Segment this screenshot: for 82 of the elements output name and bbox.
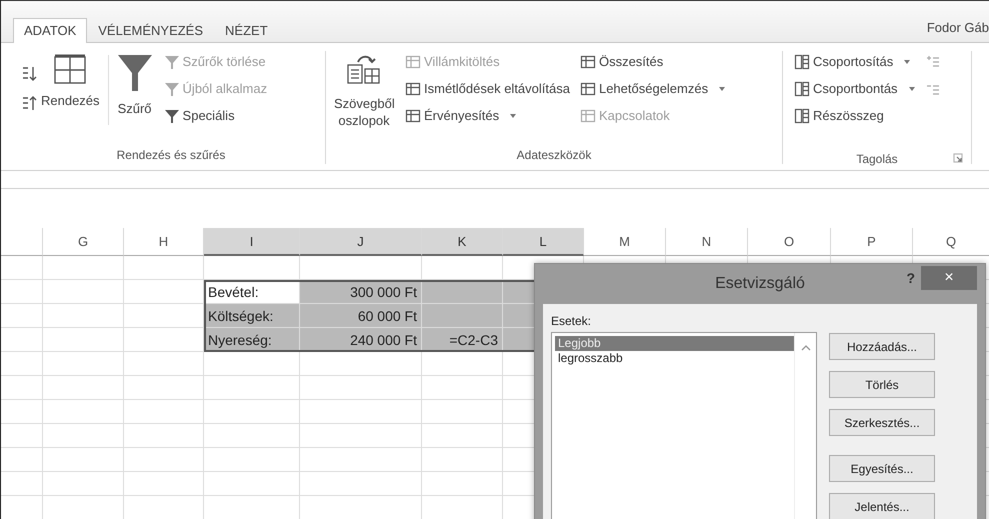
list-label: Esetek: [551, 314, 592, 328]
dialog-title: Esetvizsgáló [715, 275, 805, 293]
sort-icon [53, 53, 88, 85]
ribbon-command[interactable]: Érvényesítés [402, 103, 573, 128]
grid-cell [1, 472, 43, 496]
show-detail-icon[interactable] [926, 55, 940, 69]
ribbon-tab[interactable]: ADATOK [13, 18, 88, 43]
column-header[interactable]: N [666, 228, 748, 256]
dialog-button[interactable]: Szerkesztés... [829, 409, 935, 436]
text-to-columns-button[interactable]: Szövegből oszlopok [330, 49, 398, 133]
table-cell: =C2-C3 [422, 328, 503, 352]
table-icon [405, 54, 421, 70]
caret-icon [510, 114, 516, 118]
table-icon [580, 80, 596, 96]
scenario-list[interactable]: Legjobb legrosszabb [551, 332, 817, 519]
dialog-button[interactable]: Egyesítés... [829, 455, 935, 482]
ribbon-tab[interactable]: NÉZET [214, 18, 279, 43]
list-item[interactable]: Legjobb [555, 336, 794, 351]
caret-icon [904, 60, 910, 64]
list-item[interactable]: legrosszabb [555, 351, 794, 366]
table-icon [580, 54, 596, 70]
ribbon-command[interactable]: Ismétlődések eltávolítása [402, 76, 573, 101]
grid-cell [1, 256, 43, 280]
funnel-icon [116, 53, 153, 93]
table-icon [405, 108, 421, 124]
group-label: Rendezés és szűrés [116, 148, 226, 164]
table-icon [405, 80, 421, 96]
grid-cell [1, 448, 43, 472]
grid-cell [1, 376, 43, 400]
grid-cell [1, 352, 43, 376]
column-header[interactable]: M [584, 228, 666, 256]
column-header[interactable]: I [204, 228, 300, 256]
help-button[interactable]: ? [900, 268, 921, 288]
outline-icon [794, 108, 810, 124]
grid-cell [1, 424, 43, 448]
hide-detail-icon[interactable] [926, 83, 940, 97]
outline-icon [794, 54, 810, 70]
dialog-launcher-icon[interactable] [953, 153, 963, 163]
ribbon-command[interactable]: Részösszeg [791, 103, 918, 128]
table-cell: Költségek: [204, 304, 300, 328]
dialog-button[interactable]: Hozzáadás... [829, 333, 935, 360]
dialog-button[interactable]: Törlés [829, 371, 935, 398]
sort-ascending-icon[interactable] [21, 65, 37, 83]
ribbon-command[interactable]: Csoportosítás [791, 49, 918, 74]
ribbon-command[interactable]: Speciális [160, 103, 270, 128]
group-label: Tagolás [856, 152, 898, 166]
table-icon [580, 108, 596, 124]
sort-descending-icon[interactable] [21, 95, 37, 113]
table-cell: Nyereség: [204, 328, 300, 352]
scroll-up-icon[interactable] [800, 345, 810, 351]
column-header[interactable]: J [300, 228, 422, 256]
column-header[interactable]: O [748, 228, 831, 256]
table-cell: 60 000 Ft [300, 304, 422, 328]
filter-button[interactable]: Szűrő [112, 49, 157, 120]
column-header[interactable]: L [503, 228, 584, 256]
header-corner [1, 228, 43, 256]
funnel-icon [164, 80, 180, 96]
ribbon-command[interactable]: Csoportbontás [791, 76, 918, 101]
grid-cell [1, 400, 43, 424]
sort-button[interactable]: Rendezés [37, 49, 104, 112]
caret-icon [908, 86, 915, 90]
ribbon-tab[interactable]: VÉLEMÉNYEZÉS [87, 18, 214, 43]
caret-icon [719, 86, 726, 90]
grid-cell [1, 280, 43, 304]
close-button[interactable]: × [921, 266, 977, 290]
funnel-icon [164, 54, 180, 70]
ribbon-command[interactable]: Összesítés [576, 49, 728, 74]
column-header[interactable]: K [422, 228, 503, 256]
ribbon-command[interactable]: Lehetőségelemzés [576, 76, 728, 101]
group-label: Adateszközök [516, 148, 592, 164]
dialog-button[interactable]: Jelentés... [829, 493, 935, 519]
grid-cell [1, 328, 43, 352]
column-header[interactable]: G [43, 228, 124, 256]
outline-icon [794, 80, 810, 96]
grid-cell [1, 304, 43, 328]
column-header[interactable]: Q [913, 228, 989, 256]
table-cell: 300 000 Ft [300, 280, 422, 304]
table-cell: 240 000 Ft [300, 328, 422, 352]
user-name[interactable]: Fodor Gáb [926, 20, 989, 42]
column-header[interactable]: P [831, 228, 913, 256]
table-cell: Bevétel: [204, 280, 300, 304]
funnel-icon [164, 108, 180, 124]
